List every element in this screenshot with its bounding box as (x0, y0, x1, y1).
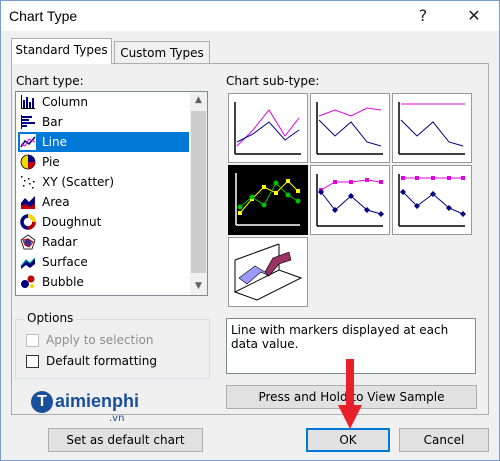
chart-type-list[interactable]: Column Bar Line Pie XY (Scatter) Area Do… (15, 91, 208, 296)
bubble-chart-icon (21, 275, 35, 288)
subtype-line-with-markers-icon (235, 173, 301, 226)
bar-chart-icon (21, 115, 35, 129)
subtype-line[interactable] (228, 93, 308, 163)
subtype-stacked-line-icon (316, 102, 383, 155)
area-chart-icon (21, 196, 35, 209)
subtype-100-stacked-line-with-markers-icon (398, 174, 466, 227)
subtype-line-with-markers[interactable] (228, 165, 308, 235)
list-item-surface[interactable]: Surface (18, 252, 189, 272)
list-item-bubble[interactable]: Bubble (18, 272, 189, 292)
scroll-down-arrow-icon[interactable]: ▼ (190, 278, 207, 295)
apply-to-selection-label: Apply to selection (46, 333, 154, 347)
line-chart-icon (20, 134, 36, 150)
list-item-doughnut[interactable]: Doughnut (18, 212, 189, 232)
subtype-3d-line-icon (233, 243, 303, 301)
list-item-label: Doughnut (42, 215, 102, 229)
options-label: Options (24, 311, 77, 325)
scroll-up-arrow-icon[interactable]: ▲ (190, 92, 207, 109)
radar-chart-icon (20, 234, 36, 250)
list-item-radar[interactable]: Radar (18, 232, 189, 252)
subtype-stacked-line-with-markers-icon (316, 174, 384, 227)
doughnut-chart-icon (20, 214, 36, 230)
list-item-label: Bar (42, 115, 63, 129)
scatter-chart-icon (21, 176, 35, 189)
list-item-label: XY (Scatter) (42, 175, 115, 189)
cancel-button[interactable]: Cancel (399, 428, 489, 452)
chart-type-scrollbar[interactable]: ▲ ▼ (190, 92, 207, 295)
list-item-label: Radar (42, 235, 78, 249)
list-item-label: Pie (42, 155, 60, 169)
logo-text: aimienphi (55, 391, 140, 411)
set-default-chart-button[interactable]: Set as default chart (48, 428, 203, 452)
tab-standard-types[interactable]: Standard Types (11, 38, 112, 64)
options-group: Options Apply to selection Default forma… (15, 311, 210, 379)
apply-to-selection-checkbox[interactable] (26, 334, 39, 347)
subtype-100-stacked-line[interactable] (392, 93, 472, 163)
list-item-line[interactable]: Line (18, 132, 189, 152)
subtype-stacked-line-with-markers[interactable] (310, 165, 390, 235)
chart-type-dialog: Chart Type ? ✕ Standard Types Custom Typ… (0, 0, 500, 461)
chart-type-label: Chart type: (16, 74, 84, 88)
logo-initial: T (31, 391, 53, 413)
close-button[interactable]: ✕ (457, 3, 491, 29)
list-item-label: Surface (42, 255, 88, 269)
dialog-title: Chart Type (9, 8, 78, 24)
logo-domain: .vn (109, 413, 125, 424)
list-item-label: Bubble (42, 275, 84, 289)
subtype-3d-line[interactable] (228, 237, 308, 307)
list-item-label: Column (42, 95, 88, 109)
subtype-100-stacked-line-with-markers[interactable] (392, 165, 472, 235)
list-item-pie[interactable]: Pie (18, 152, 189, 172)
list-item-area[interactable]: Area (18, 192, 189, 212)
chart-subtype-label: Chart sub-type: (226, 74, 320, 88)
red-arrow-icon (338, 359, 362, 429)
pie-chart-icon (20, 154, 36, 170)
list-item-column[interactable]: Column (18, 92, 189, 112)
list-item-label: Area (42, 195, 70, 209)
subtype-stacked-line[interactable] (310, 93, 390, 163)
help-button[interactable]: ? (406, 3, 440, 29)
surface-chart-icon (20, 257, 36, 269)
list-item-scatter[interactable]: XY (Scatter) (18, 172, 189, 192)
list-item-bar[interactable]: Bar (18, 112, 189, 132)
scroll-thumb[interactable] (191, 111, 206, 273)
title-bar: Chart Type ? ✕ (1, 1, 499, 31)
default-formatting-label: Default formatting (46, 354, 157, 368)
column-chart-icon (21, 95, 35, 109)
ok-button[interactable]: OK (306, 428, 390, 452)
subtype-line-icon (234, 102, 301, 155)
default-formatting-checkbox[interactable] (26, 355, 39, 368)
list-item-label: Line (42, 135, 68, 149)
subtype-100-stacked-line-icon (398, 102, 465, 155)
tab-custom-types[interactable]: Custom Types (114, 41, 210, 63)
